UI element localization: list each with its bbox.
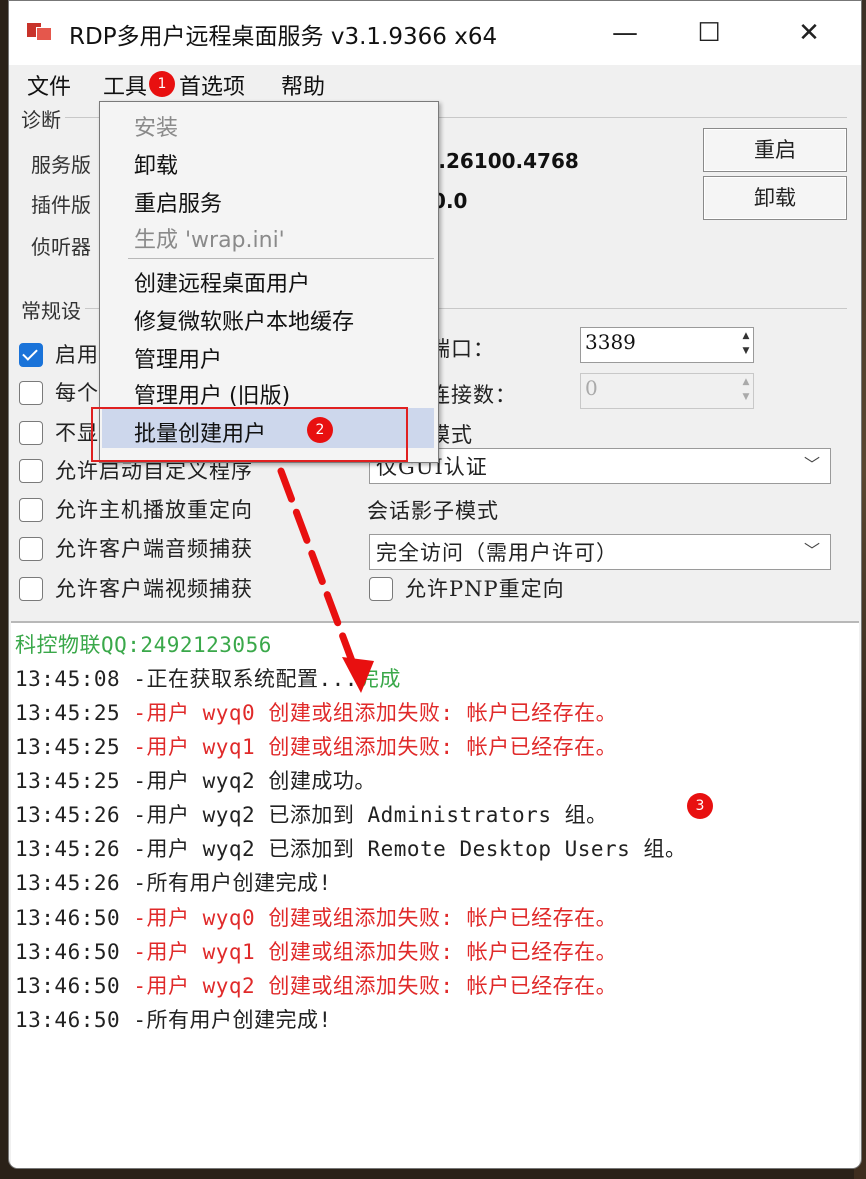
app-window: RDP多用户远程桌面服务 v3.1.9366 x64 — ☐ ✕ 文件 工具 首… [8,0,862,1169]
annotation-arrow [277,467,374,693]
arrow-head-icon [342,657,374,693]
